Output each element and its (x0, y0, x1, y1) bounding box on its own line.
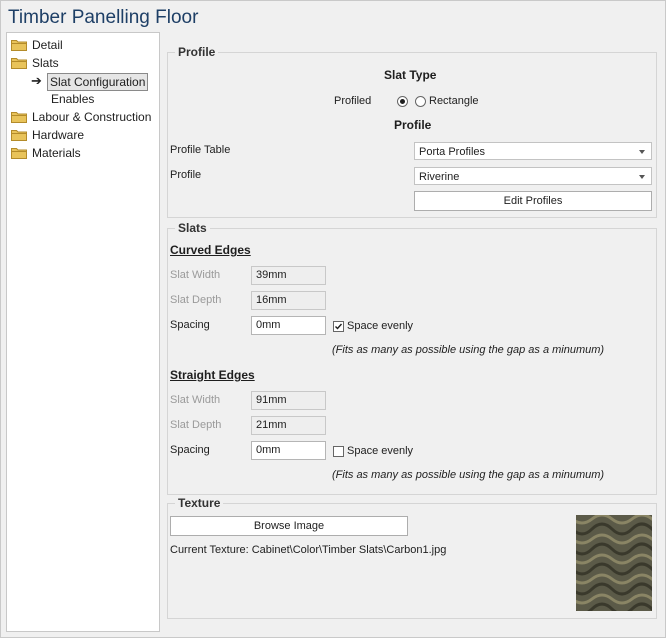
curved-slat-width-label: Slat Width (170, 269, 221, 281)
chevron-down-icon (639, 150, 645, 154)
app-window: Timber Panelling Floor Detail Slats ➔ Sl… (0, 0, 666, 638)
straight-slat-depth-field: 21mm (251, 416, 326, 435)
profile-table-dropdown[interactable]: Porta Profiles (414, 142, 652, 160)
straight-space-evenly-checkbox[interactable] (333, 446, 344, 457)
texture-group-title: Texture (175, 496, 224, 510)
sidebar-item-label: Slats (32, 56, 59, 70)
rectangle-radio[interactable] (415, 96, 426, 107)
curved-slat-depth-field: 16mm (251, 291, 326, 310)
profile-value: Riverine (419, 171, 460, 183)
folder-icon (11, 112, 27, 123)
profile-group-title: Profile (175, 45, 219, 59)
texture-preview-image (576, 515, 652, 611)
rectangle-radio-label[interactable]: Rectangle (429, 95, 479, 107)
sidebar-item-enables[interactable]: Enables (51, 91, 94, 107)
sidebar-item-label: Slat Configuration (47, 73, 149, 91)
curved-slat-width-field: 39mm (251, 266, 326, 285)
profiled-radio[interactable] (397, 96, 408, 107)
straight-space-evenly-label[interactable]: Space evenly (347, 445, 413, 457)
sidebar-tree: Detail Slats ➔ Slat Configuration Enable… (6, 32, 160, 632)
curved-space-evenly-checkbox[interactable] (333, 321, 344, 332)
curved-note: (Fits as many as possible using the gap … (332, 344, 605, 356)
straight-slat-depth-label: Slat Depth (170, 419, 222, 431)
curved-slat-depth-label: Slat Depth (170, 294, 222, 306)
check-icon (335, 323, 343, 330)
curved-space-evenly-label[interactable]: Space evenly (347, 320, 413, 332)
chevron-down-icon (639, 175, 645, 179)
straight-edges-heading: Straight Edges (170, 368, 255, 382)
profile-label: Profile (170, 169, 202, 181)
curved-spacing-label: Spacing (170, 319, 210, 331)
slats-group-title: Slats (175, 221, 210, 235)
sidebar-item-label: Hardware (32, 128, 85, 142)
profile-table-label: Profile Table (170, 144, 231, 156)
profile-dropdown[interactable]: Riverine (414, 167, 652, 185)
edit-profiles-button[interactable]: Edit Profiles (414, 191, 652, 211)
straight-spacing-input[interactable]: 0mm (251, 441, 326, 460)
straight-spacing-label: Spacing (170, 444, 210, 456)
sidebar-item-label: Labour & Construction (32, 110, 152, 124)
sidebar-item-label: Detail (32, 38, 63, 52)
curved-edges-heading: Curved Edges (170, 243, 251, 257)
profile-heading: Profile (394, 118, 432, 132)
folder-icon (11, 40, 27, 51)
slat-type-label: Profiled (334, 95, 372, 107)
current-texture-label: Current Texture: Cabinet\Color\Timber Sl… (170, 544, 447, 556)
arrow-right-icon: ➔ (31, 73, 42, 88)
slat-type-heading: Slat Type (384, 68, 437, 82)
sidebar-item-label: Enables (51, 92, 95, 106)
folder-open-icon (11, 58, 27, 69)
browse-image-button[interactable]: Browse Image (170, 516, 408, 536)
title-bar: Timber Panelling Floor (1, 1, 665, 31)
straight-note: (Fits as many as possible using the gap … (332, 469, 605, 481)
window-title: Timber Panelling Floor (8, 7, 199, 28)
straight-slat-width-label: Slat Width (170, 394, 221, 406)
folder-icon (11, 148, 27, 159)
curved-spacing-input[interactable]: 0mm (251, 316, 326, 335)
straight-slat-width-field: 91mm (251, 391, 326, 410)
profile-table-value: Porta Profiles (419, 146, 486, 158)
folder-icon (11, 130, 27, 141)
sidebar-item-label: Materials (32, 146, 81, 160)
